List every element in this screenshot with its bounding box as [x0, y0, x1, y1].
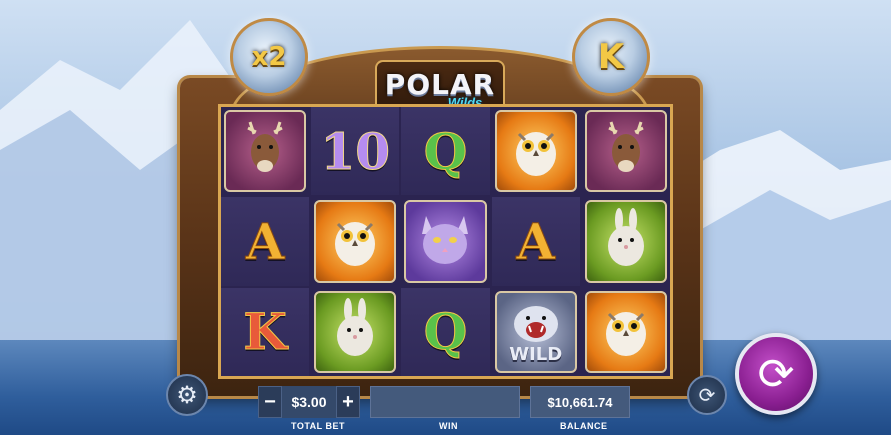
rabbit-icon	[320, 294, 390, 369]
decrease-bet-button[interactable]: −	[258, 386, 282, 418]
reel-symbol-q: Q	[401, 287, 490, 376]
gear-icon: ⚙	[176, 381, 198, 409]
multiplier-value: x2	[251, 42, 287, 72]
win-label: WIN	[439, 421, 458, 431]
reel-symbol-wild: WILD	[494, 290, 577, 373]
reel-symbol-rabbit	[314, 290, 397, 373]
owl-icon	[501, 114, 571, 189]
balance-label: BALANCE	[560, 421, 608, 431]
slot-machine: x2 K POLAR Wilds 10 Q A A K Q WILD	[170, 18, 710, 396]
reel-symbol-owl	[584, 290, 667, 373]
reel-symbol-k: K	[221, 287, 310, 376]
increase-bet-button[interactable]: +	[336, 386, 360, 418]
reel-symbol-q: Q	[401, 107, 490, 196]
balance-display: $10,661.74	[530, 386, 630, 418]
settings-button[interactable]: ⚙	[166, 374, 208, 416]
reel-symbol-owl	[494, 110, 577, 193]
deer-icon	[591, 114, 661, 189]
symbol-label: Q	[423, 121, 468, 181]
logo-title: POLAR	[384, 68, 496, 101]
bet-selector: − $3.00 +	[258, 386, 360, 418]
rabbit-icon	[591, 204, 661, 279]
reel-symbol-deer	[224, 110, 307, 193]
reel-symbol-rabbit	[584, 200, 667, 283]
spin-button[interactable]: ⟳	[735, 333, 817, 415]
deer-icon	[230, 114, 300, 189]
reel-symbol-a: A	[221, 197, 310, 286]
lynx-icon	[410, 204, 480, 279]
spin-icon: ⟳	[757, 349, 795, 399]
owl-icon	[320, 204, 390, 279]
wild-label: WILD	[509, 344, 563, 365]
win-display	[370, 386, 520, 418]
total-bet-label: TOTAL BET	[291, 421, 345, 431]
feature-symbol-value: K	[597, 37, 625, 77]
symbol-label: 10	[320, 121, 391, 181]
reel-symbol-deer	[584, 110, 667, 193]
symbol-label: A	[516, 211, 556, 271]
autoplay-button[interactable]: ⟳	[687, 375, 727, 415]
feature-symbol-orb: K	[572, 18, 650, 96]
reel-symbol-a: A	[491, 197, 580, 286]
owl-icon	[591, 294, 661, 369]
reel-symbol-owl	[314, 200, 397, 283]
symbol-label: K	[243, 302, 287, 362]
reel-symbol-lynx	[404, 200, 487, 283]
multiplier-orb: x2	[230, 18, 308, 96]
reel-grid: 10 Q A A K Q WILD	[218, 104, 673, 379]
autoplay-icon: ⟳	[698, 384, 716, 407]
reel-symbol-10: 10	[311, 107, 400, 196]
symbol-label: A	[245, 211, 285, 271]
bet-value: $3.00	[282, 386, 336, 418]
symbol-label: Q	[423, 302, 468, 362]
